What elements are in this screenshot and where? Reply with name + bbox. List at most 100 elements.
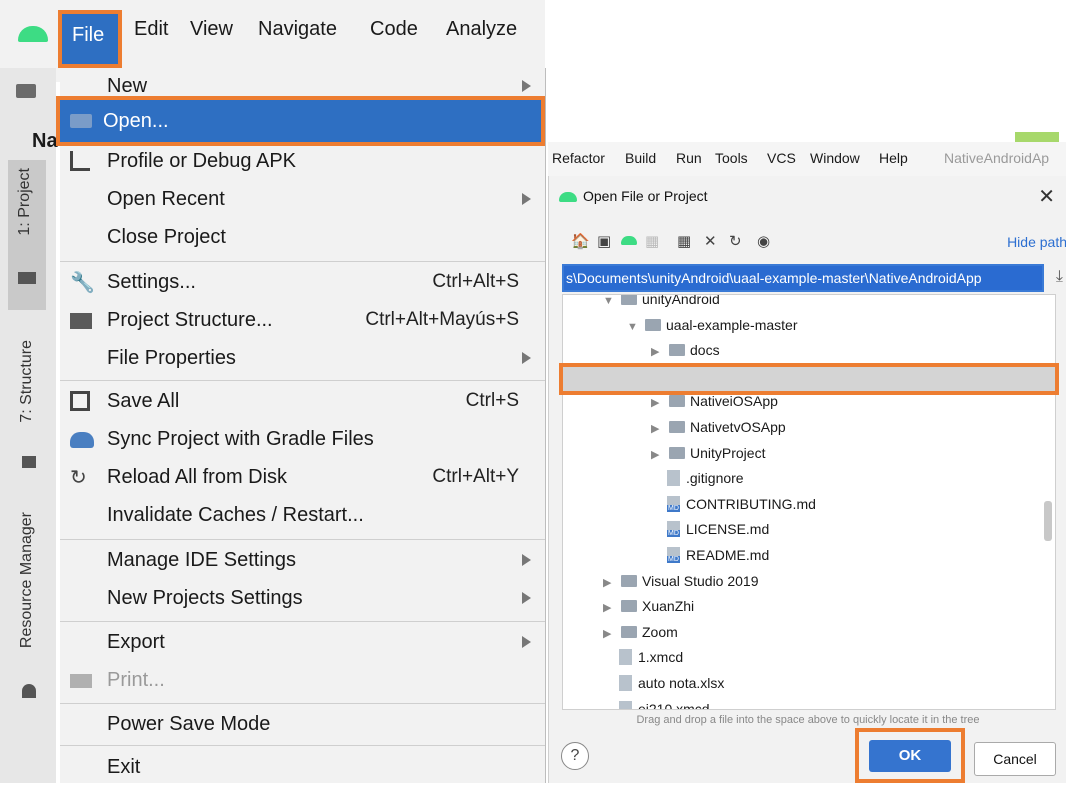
menu-item-export[interactable]: Export [60, 624, 545, 662]
module-icon[interactable]: ▦ [645, 232, 659, 250]
tree-item[interactable]: .gitignore [651, 470, 744, 494]
tree-item[interactable]: ▶ NativetvOSApp [651, 419, 786, 443]
tree-item[interactable]: ▼ uaal-example-master [627, 317, 798, 341]
collapsed-arrow-icon[interactable]: ▶ [651, 345, 663, 358]
tree-item[interactable]: ▶ XuanZhi [603, 598, 694, 622]
resource-icon [22, 684, 36, 698]
menu-item-reload[interactable]: ↻ Reload All from Disk Ctrl+Alt+Y [60, 459, 545, 497]
menu-item-new-projects-settings[interactable]: New Projects Settings [60, 580, 545, 618]
close-icon[interactable]: ✕ [1038, 184, 1055, 209]
menu-refactor[interactable]: Refactor [552, 150, 605, 166]
tree-item[interactable]: ▶ NativeiOSApp [651, 393, 778, 417]
expanded-arrow-icon[interactable]: ▼ [627, 321, 639, 333]
delete-icon[interactable]: ✕ [704, 232, 717, 250]
new-folder-icon[interactable]: ▦ [677, 232, 691, 250]
menu-file[interactable]: File [58, 10, 122, 68]
path-field[interactable] [562, 264, 1044, 292]
expanded-arrow-icon[interactable]: ▼ [603, 295, 615, 307]
file-icon [619, 700, 632, 709]
menu-build[interactable]: Build [625, 150, 656, 166]
tab-project[interactable]: 1: Project [8, 160, 46, 310]
menu-item-label: Reload All from Disk [107, 466, 288, 488]
menu-item-label: Open... [103, 110, 169, 132]
open-folder-icon [70, 114, 92, 128]
menu-item-file-properties[interactable]: File Properties [60, 340, 545, 378]
download-icon[interactable]: ⤓ [1056, 268, 1063, 286]
tree-item[interactable]: LICENSE.md [651, 521, 769, 545]
tree-item[interactable]: ▶ UnityProject [651, 445, 765, 469]
menu-item-save-all[interactable]: Save All Ctrl+S [60, 383, 545, 421]
menu-window[interactable]: Window [810, 150, 860, 166]
menu-item-settings[interactable]: 🔧 Settings... Ctrl+Alt+S [60, 264, 545, 302]
menu-navigate[interactable]: Navigate [258, 18, 337, 41]
menu-tools[interactable]: Tools [715, 150, 748, 166]
scrollbar-thumb[interactable] [1044, 501, 1052, 541]
collapsed-arrow-icon[interactable]: ▶ [651, 396, 663, 409]
cancel-button[interactable]: Cancel [974, 742, 1056, 776]
tree-item-label: NativetvOSApp [690, 419, 786, 435]
menu-separator [60, 380, 545, 381]
hide-path-link[interactable]: Hide path [1007, 234, 1066, 250]
help-button[interactable]: ? [561, 742, 589, 770]
menu-item-label: Invalidate Caches / Restart... [107, 504, 364, 526]
menu-analyze[interactable]: Analyze [446, 18, 517, 41]
menu-item-label: Manage IDE Settings [107, 549, 296, 571]
menu-item-exit[interactable]: Exit [60, 749, 545, 787]
tree-item[interactable]: ▶ Zoom [603, 624, 678, 648]
project-structure-icon [70, 313, 92, 329]
desktop-icon[interactable]: ▣ [597, 232, 611, 250]
menu-vcs[interactable]: VCS [767, 150, 796, 166]
file-tree[interactable]: ▼ unityAndroid ▼ uaal-example-master ▶ docs ▶ N… [562, 294, 1056, 710]
menu-item-project-structure[interactable]: Project Structure... Ctrl+Alt+Mayús+S [60, 302, 545, 340]
tab-structure[interactable]: 7: Structure [14, 340, 44, 470]
menu-item-manage-ide-settings[interactable]: Manage IDE Settings [60, 542, 545, 580]
menu-item-open-recent[interactable]: Open Recent [60, 181, 545, 219]
folder-icon [621, 600, 637, 613]
menu-item-label: Project Structure... [107, 309, 273, 331]
ide-menubar-right: Refactor Build Run Tools VCS Window Help… [548, 142, 1066, 176]
tree-item[interactable]: ej210.xmcd [603, 700, 710, 710]
menu-edit[interactable]: Edit [134, 18, 168, 41]
home-icon[interactable]: 🏠 [571, 232, 590, 250]
collapsed-arrow-icon[interactable]: ▶ [651, 422, 663, 435]
menu-run[interactable]: Run [676, 150, 702, 166]
tree-item[interactable]: README.md [651, 547, 769, 571]
file-dropdown-menu: New Profile or Debug APK Open Recent Clo… [60, 68, 546, 783]
collapsed-arrow-icon[interactable]: ▶ [603, 601, 615, 614]
menu-view[interactable]: View [190, 18, 233, 41]
project-home-icon[interactable] [621, 236, 637, 245]
android-logo-icon [559, 192, 577, 202]
tree-item[interactable]: CONTRIBUTING.md [651, 495, 816, 520]
tree-item-label: UnityProject [690, 444, 766, 461]
tab-resource-manager[interactable]: Resource Manager [14, 512, 44, 712]
collapsed-arrow-icon[interactable]: ▶ [651, 448, 663, 461]
menu-item-label: Close Project [107, 226, 226, 248]
path-input[interactable] [564, 266, 1042, 290]
show-hidden-icon[interactable]: ◉ [757, 232, 770, 250]
refresh-icon[interactable]: ↻ [729, 232, 742, 250]
menu-code[interactable]: Code [370, 18, 418, 41]
menu-item-sync-gradle[interactable]: Sync Project with Gradle Files [60, 421, 545, 459]
tree-item[interactable]: 1.xmcd [603, 649, 683, 673]
ok-button[interactable]: OK [869, 740, 951, 772]
collapsed-arrow-icon[interactable]: ▶ [603, 627, 615, 640]
menu-item-label: Export [107, 631, 165, 653]
tree-item-label: ej210.xmcd [638, 700, 710, 710]
menu-item-power-save[interactable]: Power Save Mode [60, 706, 545, 744]
collapsed-arrow-icon[interactable]: ▶ [603, 576, 615, 589]
menu-item-label: Exit [107, 756, 141, 778]
tree-item[interactable]: ▼ unityAndroid [603, 295, 720, 315]
menu-help[interactable]: Help [879, 150, 908, 166]
menu-item-invalidate-caches[interactable]: Invalidate Caches / Restart... [60, 497, 545, 535]
tree-item-label: LICENSE.md [686, 521, 770, 538]
shortcut-label: Ctrl+Alt+S [432, 271, 519, 292]
selected-row-highlight [559, 363, 1059, 395]
printer-icon [70, 674, 92, 688]
menu-item-open[interactable]: Open... [56, 96, 545, 146]
tree-item[interactable]: ▶ Visual Studio 2019 [603, 573, 759, 597]
menu-item-close-project[interactable]: Close Project [60, 219, 545, 257]
tree-item[interactable]: auto nota.xlsx [603, 675, 724, 699]
menu-item-profile-debug[interactable]: Profile or Debug APK [60, 143, 545, 181]
submenu-arrow-icon [522, 193, 531, 205]
open-file-dialog: Open File or Project ✕ 🏠 ▣ ▦ ▦ ✕ ↻ ◉ Hid… [548, 176, 1066, 783]
